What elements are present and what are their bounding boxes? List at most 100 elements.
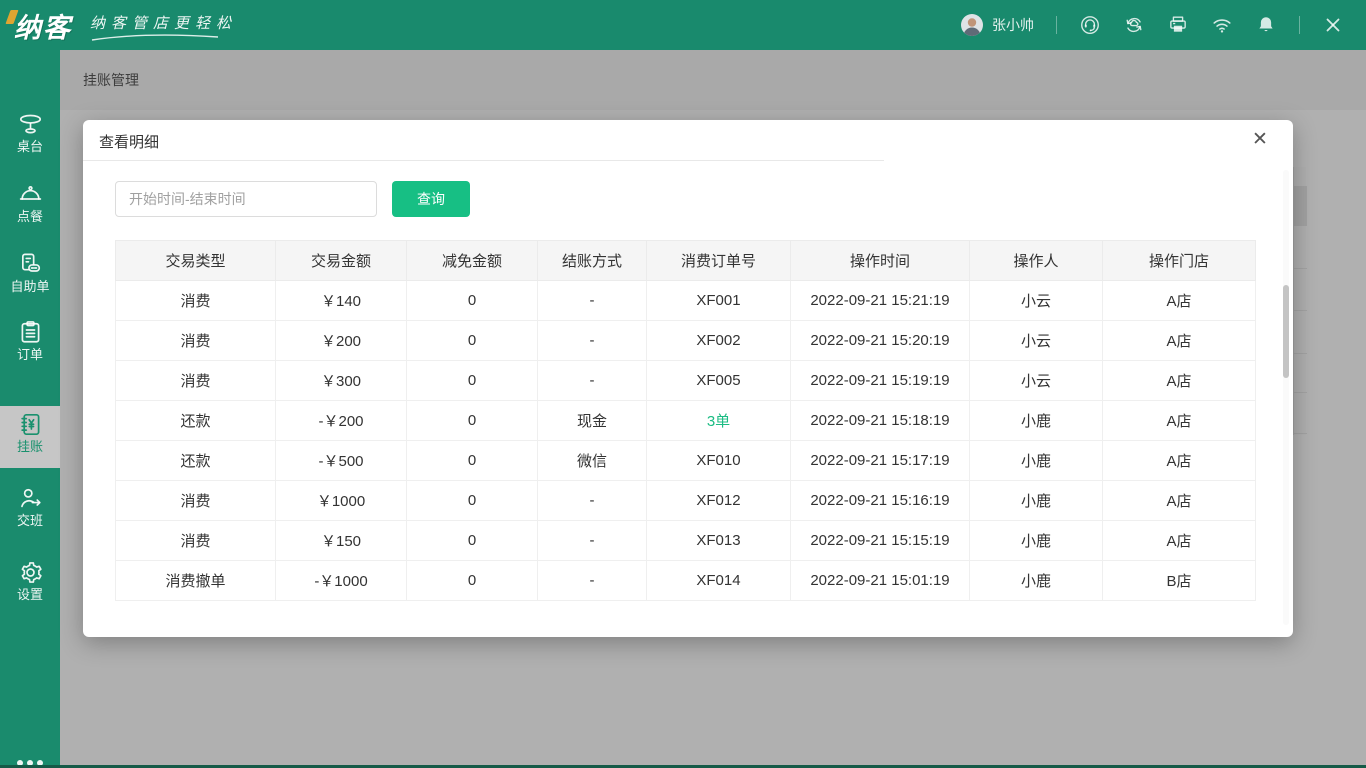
table-cell: 0 — [407, 321, 538, 361]
table-cell: 小鹿 — [970, 441, 1103, 481]
table-cell: 2022-09-21 15:01:19 — [791, 561, 970, 601]
table-cell: 2022-09-21 15:18:19 — [791, 401, 970, 441]
ledger-icon — [17, 411, 44, 438]
table-cell: XF002 — [647, 321, 791, 361]
table-cell: A店 — [1103, 481, 1256, 521]
slogan-underline-swoosh — [90, 34, 220, 42]
table-body: 消费￥1400-XF0012022-09-21 15:21:19小云A店消费￥2… — [116, 281, 1256, 601]
table-cell: 还款 — [116, 441, 276, 481]
table-cell: B店 — [1103, 561, 1256, 601]
table-header-row: 交易类型交易金额减免金额结账方式消费订单号操作时间操作人操作门店 — [116, 241, 1256, 281]
table-cell: 小云 — [970, 321, 1103, 361]
table-cell: 小鹿 — [970, 401, 1103, 441]
table-cell: 2022-09-21 15:15:19 — [791, 521, 970, 561]
background-table-remnant — [1293, 167, 1306, 435]
table-cell: 消费 — [116, 321, 276, 361]
page-title: 挂账管理 — [83, 70, 139, 90]
table-cell: 现金 — [538, 401, 647, 441]
cloche-icon — [17, 181, 44, 208]
table-icon — [17, 111, 44, 138]
support-icon[interactable] — [1079, 14, 1101, 36]
table-cell: 小云 — [970, 281, 1103, 321]
table-cell: -￥1000 — [276, 561, 407, 601]
page-header-bar: 挂账管理 — [60, 50, 1366, 110]
date-range-input[interactable] — [115, 181, 377, 217]
table-cell: - — [538, 281, 647, 321]
sidebar-item-settings[interactable]: 设置 — [0, 554, 60, 616]
sidebar-item-tables[interactable]: 桌台 — [0, 106, 60, 168]
table-cell: 0 — [407, 441, 538, 481]
table-cell: ￥200 — [276, 321, 407, 361]
logo-text: 纳客 — [14, 6, 72, 45]
shift-icon — [17, 485, 44, 512]
column-header: 结账方式 — [538, 241, 647, 281]
table-cell: A店 — [1103, 321, 1256, 361]
sidebar-item-credit[interactable]: 挂账 — [0, 406, 60, 468]
table-cell: 小云 — [970, 361, 1103, 401]
column-header: 操作时间 — [791, 241, 970, 281]
table-cell: 0 — [407, 401, 538, 441]
sidebar-item-orders[interactable]: 订单 — [0, 314, 60, 376]
table-cell: A店 — [1103, 521, 1256, 561]
table-cell: 消费 — [116, 281, 276, 321]
table-cell: A店 — [1103, 281, 1256, 321]
table-row: 还款-￥5000微信XF0102022-09-21 15:17:19小鹿A店 — [116, 441, 1256, 481]
table-row: 还款-￥2000现金3单2022-09-21 15:18:19小鹿A店 — [116, 401, 1256, 441]
table-cell: 0 — [407, 361, 538, 401]
username: 张小帅 — [992, 15, 1034, 35]
modal-header-divider — [83, 160, 884, 161]
table-cell: XF010 — [647, 441, 791, 481]
brand-logo: 纳客 纳客管店更轻松 — [0, 6, 237, 45]
user-account[interactable]: 张小帅 — [960, 13, 1034, 37]
modal-scrollbar-track — [1283, 170, 1289, 625]
detail-modal: 查看明细 ✕ 查询 交易类型交易金额减免金额结账方式消费订单号操作时间操作人操作… — [83, 120, 1293, 637]
table-row: 消费￥10000-XF0122022-09-21 15:16:19小鹿A店 — [116, 481, 1256, 521]
table-cell: XF013 — [647, 521, 791, 561]
table-cell: 0 — [407, 521, 538, 561]
modal-title: 查看明细 — [99, 131, 159, 152]
table-row: 消费￥1400-XF0012022-09-21 15:21:19小云A店 — [116, 281, 1256, 321]
table-cell: XF005 — [647, 361, 791, 401]
order-icon — [17, 319, 44, 346]
brand-slogan: 纳客管店更轻松 — [90, 12, 237, 42]
table-row: 消费￥3000-XF0052022-09-21 15:19:19小云A店 — [116, 361, 1256, 401]
column-header: 操作人 — [970, 241, 1103, 281]
table-row: 消费￥2000-XF0022022-09-21 15:20:19小云A店 — [116, 321, 1256, 361]
query-button[interactable]: 查询 — [392, 181, 470, 217]
sidebar-item-self-order[interactable]: 自助单 — [0, 246, 60, 308]
table-cell: 0 — [407, 481, 538, 521]
order-count-link[interactable]: 3单 — [647, 401, 791, 441]
column-header: 交易类型 — [116, 241, 276, 281]
table-cell: 0 — [407, 281, 538, 321]
sidebar-item-shift[interactable]: 交班 — [0, 480, 60, 542]
sidebar-nav: 桌台 点餐 自助单 — [0, 50, 60, 768]
modal-close-icon[interactable]: ✕ — [1249, 129, 1271, 151]
table-cell: 小鹿 — [970, 561, 1103, 601]
wifi-icon[interactable] — [1211, 14, 1233, 36]
table-cell: ￥300 — [276, 361, 407, 401]
topbar-divider — [1299, 16, 1300, 34]
table-cell: 2022-09-21 15:20:19 — [791, 321, 970, 361]
table-cell: 消费 — [116, 521, 276, 561]
table-cell: A店 — [1103, 361, 1256, 401]
modal-scrollbar-thumb[interactable] — [1283, 285, 1289, 378]
table-cell: 微信 — [538, 441, 647, 481]
table-cell: ￥150 — [276, 521, 407, 561]
printer-icon[interactable] — [1167, 14, 1189, 36]
table-cell: XF012 — [647, 481, 791, 521]
table-row: 消费撤单-￥10000-XF0142022-09-21 15:01:19小鹿B店 — [116, 561, 1256, 601]
table-cell: -￥500 — [276, 441, 407, 481]
table-cell: 2022-09-21 15:21:19 — [791, 281, 970, 321]
table-row: 消费￥1500-XF0132022-09-21 15:15:19小鹿A店 — [116, 521, 1256, 561]
sync-icon[interactable] — [1123, 14, 1145, 36]
column-header: 消费订单号 — [647, 241, 791, 281]
table-cell: A店 — [1103, 441, 1256, 481]
table-cell: -￥200 — [276, 401, 407, 441]
avatar — [960, 13, 984, 37]
top-bar: 纳客 纳客管店更轻松 张小帅 — [0, 0, 1366, 50]
app-window: 纳客 纳客管店更轻松 张小帅 — [0, 0, 1366, 768]
gear-icon — [17, 559, 44, 586]
bell-icon[interactable] — [1255, 14, 1277, 36]
sidebar-item-ordering[interactable]: 点餐 — [0, 176, 60, 238]
close-icon[interactable] — [1322, 14, 1344, 36]
